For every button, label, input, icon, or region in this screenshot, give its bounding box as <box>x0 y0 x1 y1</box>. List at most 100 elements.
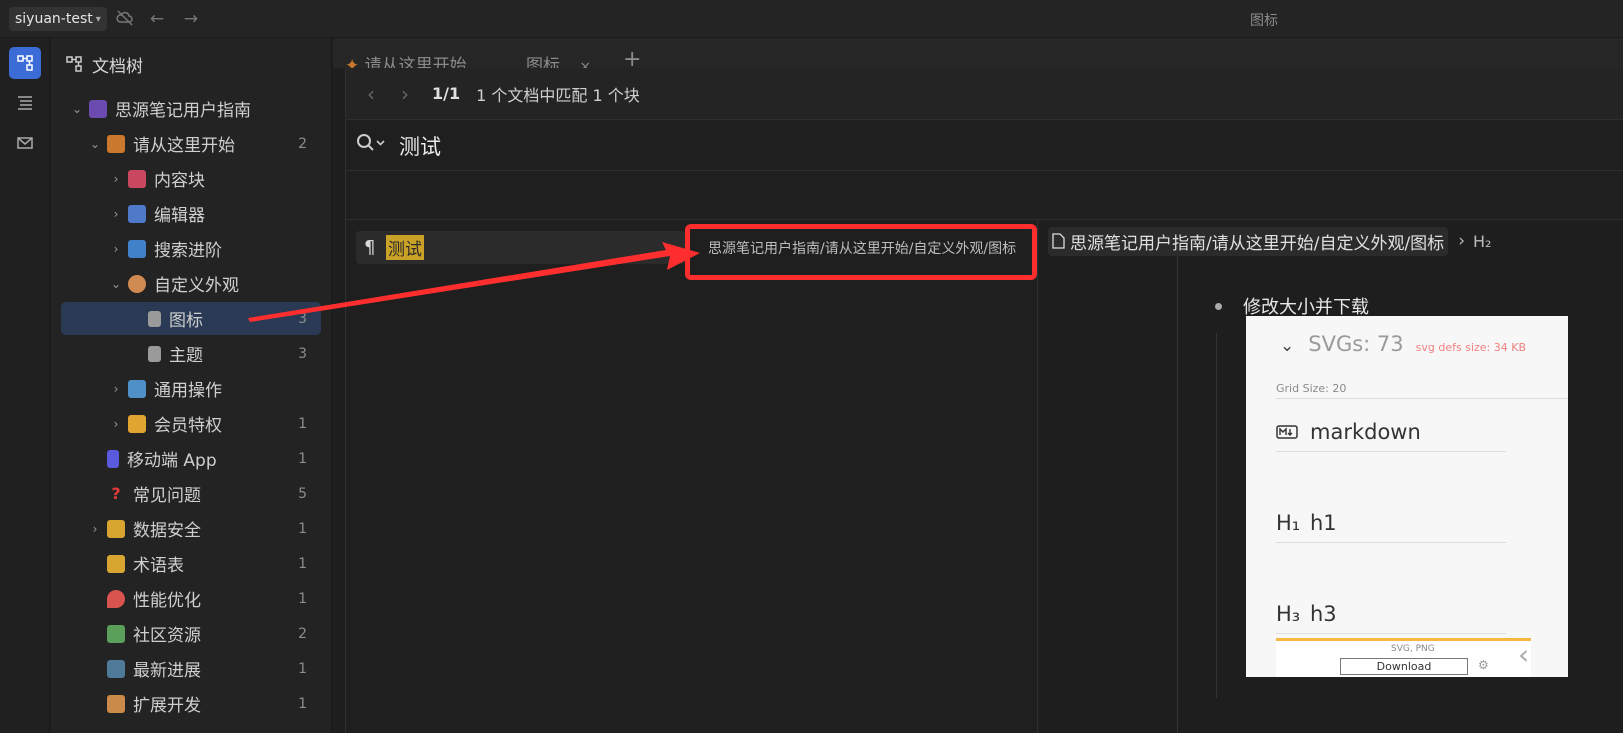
chevron-down-icon[interactable]: ⌄ <box>108 277 124 291</box>
search-preview-pane: 思源笔记用户指南/请从这里开始/自定义外观/图标 › H₂ 修改大小并下载 ⌄ … <box>1040 221 1623 733</box>
next-page-button[interactable]: › <box>390 82 420 106</box>
svg-preview-image: ⌄ SVGs: 73 svg defs size: 34 KB Grid Siz… <box>1246 316 1568 677</box>
tree-item-appearance[interactable]: ⌄ 自定义外观 <box>61 267 321 300</box>
search-results-list: ¶ 测试 思源笔记用户指南/请从这里开始/自定义外观/图标 <box>346 221 1038 733</box>
h1-icon: H₁ <box>1276 510 1301 535</box>
window-title: 图标 <box>1250 13 1278 29</box>
file-tree-icon <box>66 56 82 72</box>
workspace-switcher[interactable]: siyuan-test ▾ <box>9 7 107 31</box>
result-highlight: 测试 <box>386 235 424 260</box>
tree-item-operations[interactable]: › 通用操作 <box>61 372 321 405</box>
magnifier-icon <box>128 239 146 258</box>
file-tree-dock-button[interactable] <box>9 47 41 79</box>
chevron-right-icon: › <box>1458 231 1465 251</box>
chevron-right-icon[interactable]: › <box>108 382 124 396</box>
left-dock <box>0 38 50 733</box>
bullet-dot <box>1215 302 1222 310</box>
outline-dock-button[interactable] <box>9 87 41 119</box>
mail-icon <box>17 137 33 149</box>
back-arrow-icon[interactable]: ← <box>147 9 167 29</box>
tree-item-mobile[interactable]: 移动端 App 1 <box>61 442 321 475</box>
file-tree-title: 文档树 <box>92 56 143 77</box>
h3-icon: H₃ <box>1276 601 1301 626</box>
person-icon <box>107 694 125 713</box>
tree-item-editor[interactable]: › 编辑器 <box>61 197 321 230</box>
file-tree-icon <box>17 55 33 71</box>
document-icon <box>1052 233 1065 249</box>
file-tree-header: 文档树 <box>65 52 143 77</box>
chevron-right-icon[interactable]: › <box>108 172 124 186</box>
paragraph-icon: ¶ <box>364 237 376 258</box>
picture-icon <box>128 379 146 398</box>
download-button: Download <box>1340 658 1468 675</box>
tree-item-community[interactable]: 社区资源 2 <box>61 617 321 650</box>
chevron-left-icon: ‹ <box>1518 638 1530 671</box>
folder-icon <box>107 554 125 573</box>
rocket-icon <box>107 589 125 608</box>
document-icon <box>148 345 161 362</box>
breadcrumb-document[interactable]: 思源笔记用户指南/请从这里开始/自定义外观/图标 <box>1048 226 1449 256</box>
breadcrumb-heading[interactable]: H₂ <box>1473 232 1491 251</box>
svg-icon-row: H₁ h1 <box>1276 503 1506 543</box>
crown-icon <box>128 414 146 433</box>
title-bar: siyuan-test ▾ ← → 图标 <box>0 0 1623 38</box>
editor-tab-bar: ✦ 请从这里开始 图标 × + <box>333 38 1623 76</box>
tree-item-performance[interactable]: 性能优化 1 <box>61 582 321 615</box>
chevron-right-icon[interactable]: › <box>108 242 124 256</box>
workspace-name: siyuan-test <box>15 11 93 27</box>
tree-item-start-here[interactable]: ⌄ 请从这里开始 2 <box>61 127 321 160</box>
chevron-down-icon[interactable]: ⌄ <box>69 102 85 116</box>
file-tree-panel: 文档树 ⌄ 思源笔记用户指南 ⌄ 请从这里开始 2 › 内容块 › 编辑器 › … <box>51 38 332 733</box>
chevron-down-icon: ⌄ <box>1280 336 1295 356</box>
breadcrumb: 思源笔记用户指南/请从这里开始/自定义外观/图标 › H₂ <box>1048 226 1491 256</box>
tree-item-notebook[interactable]: ⌄ 思源笔记用户指南 <box>61 92 321 125</box>
chevron-down-icon[interactable]: ⌄ <box>87 137 103 151</box>
tree-item-faq[interactable]: ? 常见问题 5 <box>61 477 321 510</box>
party-icon <box>107 134 125 153</box>
tree-item-glossary[interactable]: 术语表 1 <box>61 547 321 580</box>
phone-icon <box>107 449 119 468</box>
download-bar: SVG, PNG Download ⚙ <box>1276 638 1531 677</box>
chevron-right-icon[interactable]: › <box>87 522 103 536</box>
forward-arrow-icon[interactable]: → <box>181 9 201 29</box>
gear-icon: ⚙ <box>1478 658 1489 672</box>
outline-icon <box>18 96 32 110</box>
match-summary: 1 个文档中匹配 1 个块 <box>476 85 640 105</box>
previous-page-button[interactable]: ‹ <box>356 82 386 106</box>
chevron-right-icon[interactable]: › <box>108 207 124 221</box>
divider <box>1216 333 1217 698</box>
lock-icon <box>107 519 125 538</box>
book-icon <box>89 99 107 118</box>
tree-item-blocks[interactable]: › 内容块 <box>61 162 321 195</box>
tree-item-search[interactable]: › 搜索进阶 <box>61 232 321 265</box>
tree-item-membership[interactable]: › 会员特权 1 <box>61 407 321 440</box>
search-toolbar: ‹ › 1/1 1 个文档中匹配 1 个块 <box>346 68 1623 120</box>
chevron-right-icon[interactable]: › <box>108 417 124 431</box>
inbox-dock-button[interactable] <box>9 127 41 159</box>
divider <box>1177 256 1178 733</box>
tree-item-extension[interactable]: 扩展开发 1 <box>61 687 321 720</box>
tree-item-icons[interactable]: 图标 3 <box>61 302 321 335</box>
pen-icon <box>128 204 146 223</box>
annotation-box <box>685 224 1037 280</box>
cloud-off-icon[interactable] <box>115 9 135 29</box>
tree-item-security[interactable]: › 数据安全 1 <box>61 512 321 545</box>
page-indicator: 1/1 <box>432 84 461 103</box>
community-icon <box>107 624 125 643</box>
format-label: SVG, PNG <box>1391 644 1435 654</box>
divider <box>1276 398 1568 399</box>
chevron-down-icon: ▾ <box>95 13 101 25</box>
search-result-item[interactable]: ¶ 测试 <box>356 231 686 264</box>
svg-icon-row: markdown <box>1276 412 1506 452</box>
tree-item-news[interactable]: 最新进展 1 <box>61 652 321 685</box>
gem-icon <box>128 169 146 188</box>
markdown-icon <box>1276 424 1298 439</box>
search-filter-row <box>346 171 1623 220</box>
grid-size-label: Grid Size: 20 <box>1276 382 1347 395</box>
svg-title: ⌄ SVGs: 73 svg defs size: 34 KB <box>1280 332 1526 356</box>
search-input[interactable]: 测试 <box>399 131 441 161</box>
search-query-row: 测试 <box>346 121 1623 171</box>
tree-item-themes[interactable]: 主题 3 <box>61 337 321 370</box>
landscape-icon <box>107 659 125 678</box>
search-icon[interactable] <box>356 133 390 158</box>
